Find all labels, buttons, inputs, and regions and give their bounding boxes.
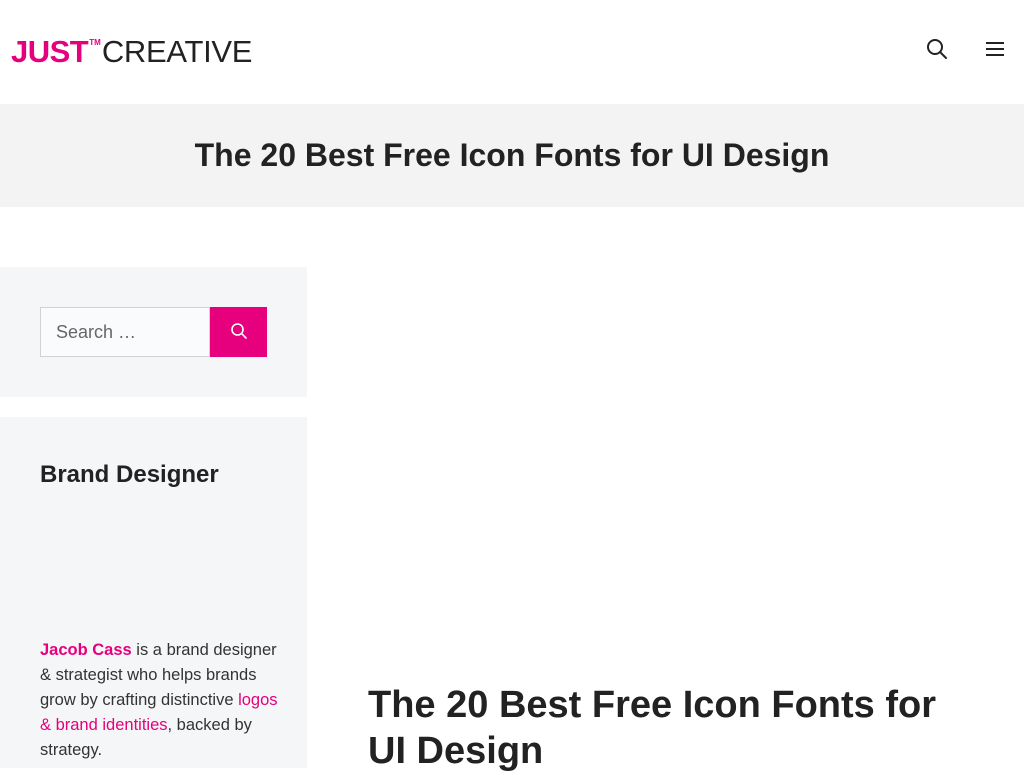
search-submit-button[interactable] (210, 307, 267, 357)
logo-creative-text: CREATIVE (101, 34, 253, 69)
logo-just-text: JUST (11, 34, 89, 69)
author-link[interactable]: Jacob Cass (40, 641, 132, 659)
logo-trademark: TM (89, 38, 101, 47)
search-input[interactable] (40, 307, 210, 357)
sidebar-search-widget (0, 267, 307, 397)
header-search-button[interactable] (922, 36, 952, 66)
bio-text: Jacob Cass is a brand designer & strateg… (40, 638, 280, 763)
page-title: The 20 Best Free Icon Fonts for UI Desig… (194, 137, 830, 173)
search-icon (926, 38, 948, 65)
site-header: JUST TM CREATIVE (0, 0, 1024, 104)
sidebar-bio-widget: Brand Designer Jacob Cass is a brand des… (0, 417, 307, 768)
menu-icon (984, 40, 1006, 63)
article-title: The 20 Best Free Icon Fonts for UI Desig… (368, 684, 936, 772)
site-logo[interactable]: JUST TM CREATIVE (11, 33, 252, 73)
page-hero: The 20 Best Free Icon Fonts for UI Desig… (0, 104, 1024, 207)
bio-title: Brand Designer (40, 461, 219, 488)
search-icon (230, 322, 248, 343)
header-menu-button[interactable] (980, 36, 1010, 66)
